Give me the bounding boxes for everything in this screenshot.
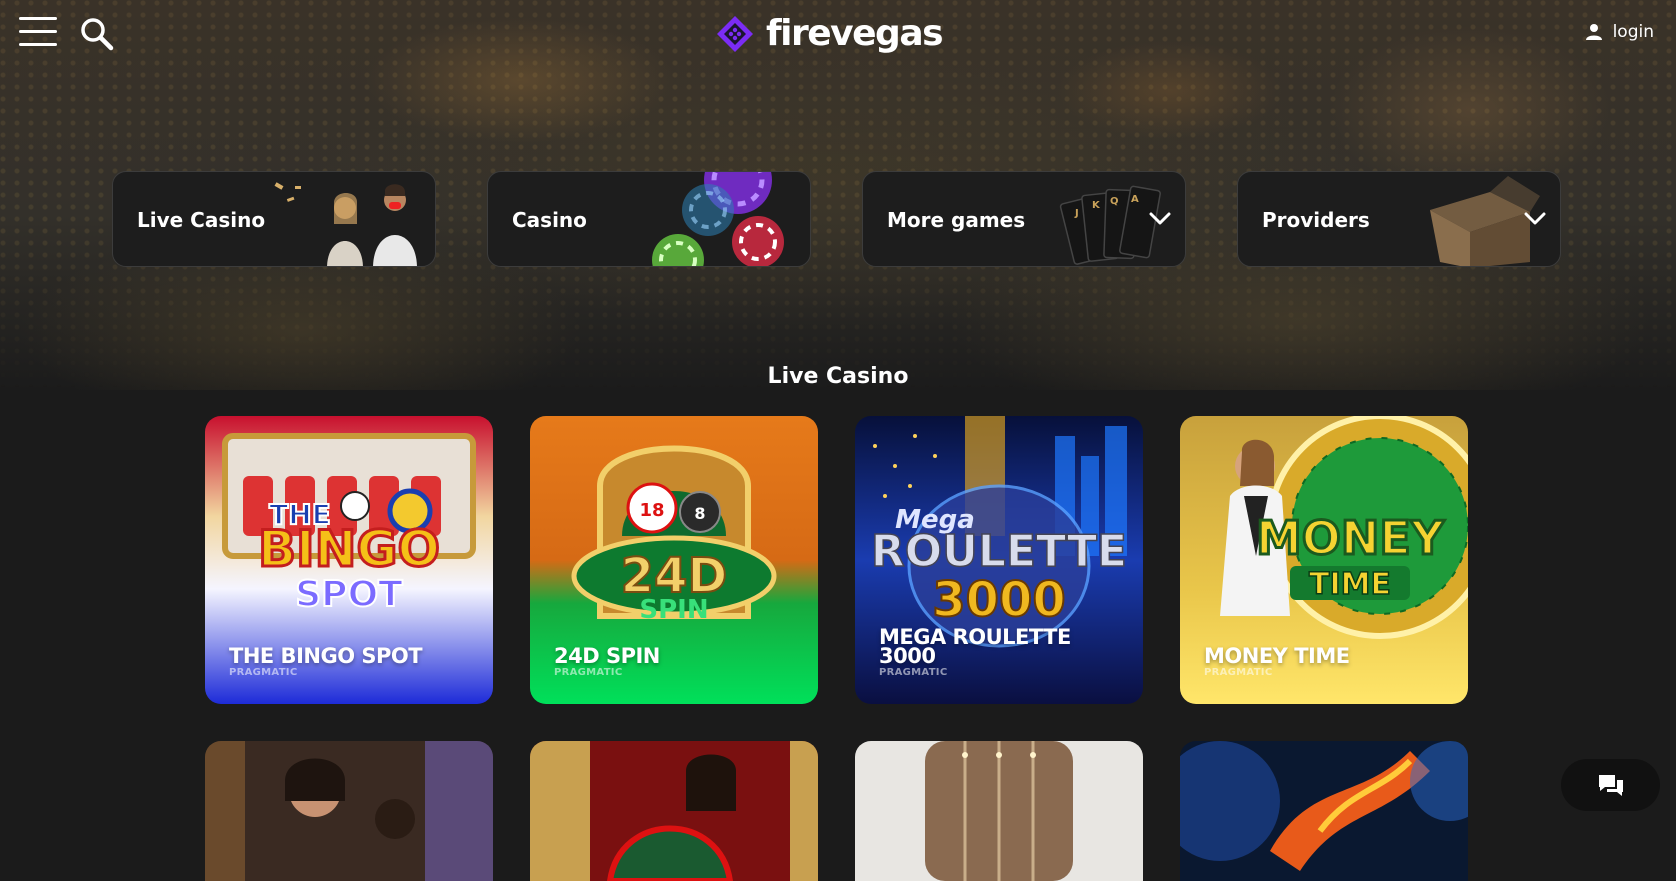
art-text: ROULETTE: [871, 526, 1127, 577]
game-tile-bingo-spot[interactable]: THE BINGO SPOT THE BINGO SPOT PRAGMATIC: [205, 416, 493, 704]
category-label: Providers: [1262, 208, 1370, 232]
poker-chips-art: [652, 172, 784, 266]
game-title: MEGA ROULETTE 3000: [879, 625, 1071, 668]
svg-text:J: J: [1074, 208, 1079, 219]
art-text: SPIN: [639, 595, 708, 625]
art-text: BINGO: [258, 520, 440, 578]
art-text: MONEY: [1256, 511, 1445, 565]
login-label: login: [1612, 22, 1654, 42]
game-tile-row2-3[interactable]: [855, 741, 1143, 881]
game-tile-mega-roulette-3000[interactable]: Mega ROULETTE 3000 MEGA ROULETTE 3000 PR…: [855, 416, 1143, 704]
user-icon: [1585, 24, 1602, 40]
game-tile-row2-2[interactable]: [530, 741, 818, 881]
svg-text:Q: Q: [1110, 196, 1119, 207]
art-text: TIME: [1309, 567, 1391, 602]
chat-button[interactable]: [1561, 759, 1660, 811]
search-icon[interactable]: [80, 17, 114, 51]
category-label: More games: [887, 208, 1026, 232]
logo-text: firevegas: [766, 13, 944, 54]
svg-text:A: A: [1131, 194, 1139, 205]
chevron-down-icon: [1149, 212, 1171, 225]
game-tile-row2-4[interactable]: [1180, 741, 1468, 881]
game-thumbnail: [205, 741, 493, 881]
hamburger-icon[interactable]: [19, 17, 57, 49]
live-dealers-art: [274, 182, 417, 266]
game-thumbnail: [530, 741, 818, 881]
game-title: MONEY TIME: [1204, 644, 1350, 668]
svg-text:8: 8: [694, 504, 705, 523]
art-text: SPOT: [295, 574, 403, 615]
game-provider: PRAGMATIC: [1204, 667, 1273, 678]
category-more-games[interactable]: More games J KQ A: [862, 171, 1186, 267]
site-header: firevegas login: [0, 0, 1676, 68]
game-provider: PRAGMATIC: [554, 667, 623, 678]
chat-bubbles-icon: [1598, 775, 1623, 796]
svg-text:K: K: [1092, 200, 1101, 211]
logo-diamond-icon: [717, 16, 753, 52]
section-title: Live Casino: [767, 364, 909, 389]
art-text: 3000: [932, 572, 1066, 628]
game-title: THE BINGO SPOT: [229, 644, 423, 668]
game-tile-24d-spin[interactable]: 18 8 24D SPIN 24D SPIN PRAGMATIC: [530, 416, 818, 704]
game-title: 24D SPIN: [554, 644, 660, 668]
category-label: Casino: [512, 208, 587, 232]
site-logo[interactable]: firevegas: [714, 12, 944, 56]
game-tile-row2-1[interactable]: [205, 741, 493, 881]
category-label: Live Casino: [137, 208, 266, 232]
game-tile-money-time[interactable]: MONEY TIME MONEY TIME PRAGMATIC: [1180, 416, 1468, 704]
category-casino[interactable]: Casino: [487, 171, 811, 267]
game-provider: PRAGMATIC: [229, 667, 298, 678]
login-button[interactable]: login: [1585, 22, 1654, 42]
svg-text:18: 18: [639, 500, 664, 521]
category-live-casino[interactable]: Live Casino: [112, 171, 436, 267]
game-thumbnail: [855, 741, 1143, 881]
game-thumbnail: [1180, 741, 1468, 881]
game-provider: PRAGMATIC: [879, 667, 948, 678]
chevron-down-icon: [1524, 212, 1546, 225]
category-providers[interactable]: Providers: [1237, 171, 1561, 267]
